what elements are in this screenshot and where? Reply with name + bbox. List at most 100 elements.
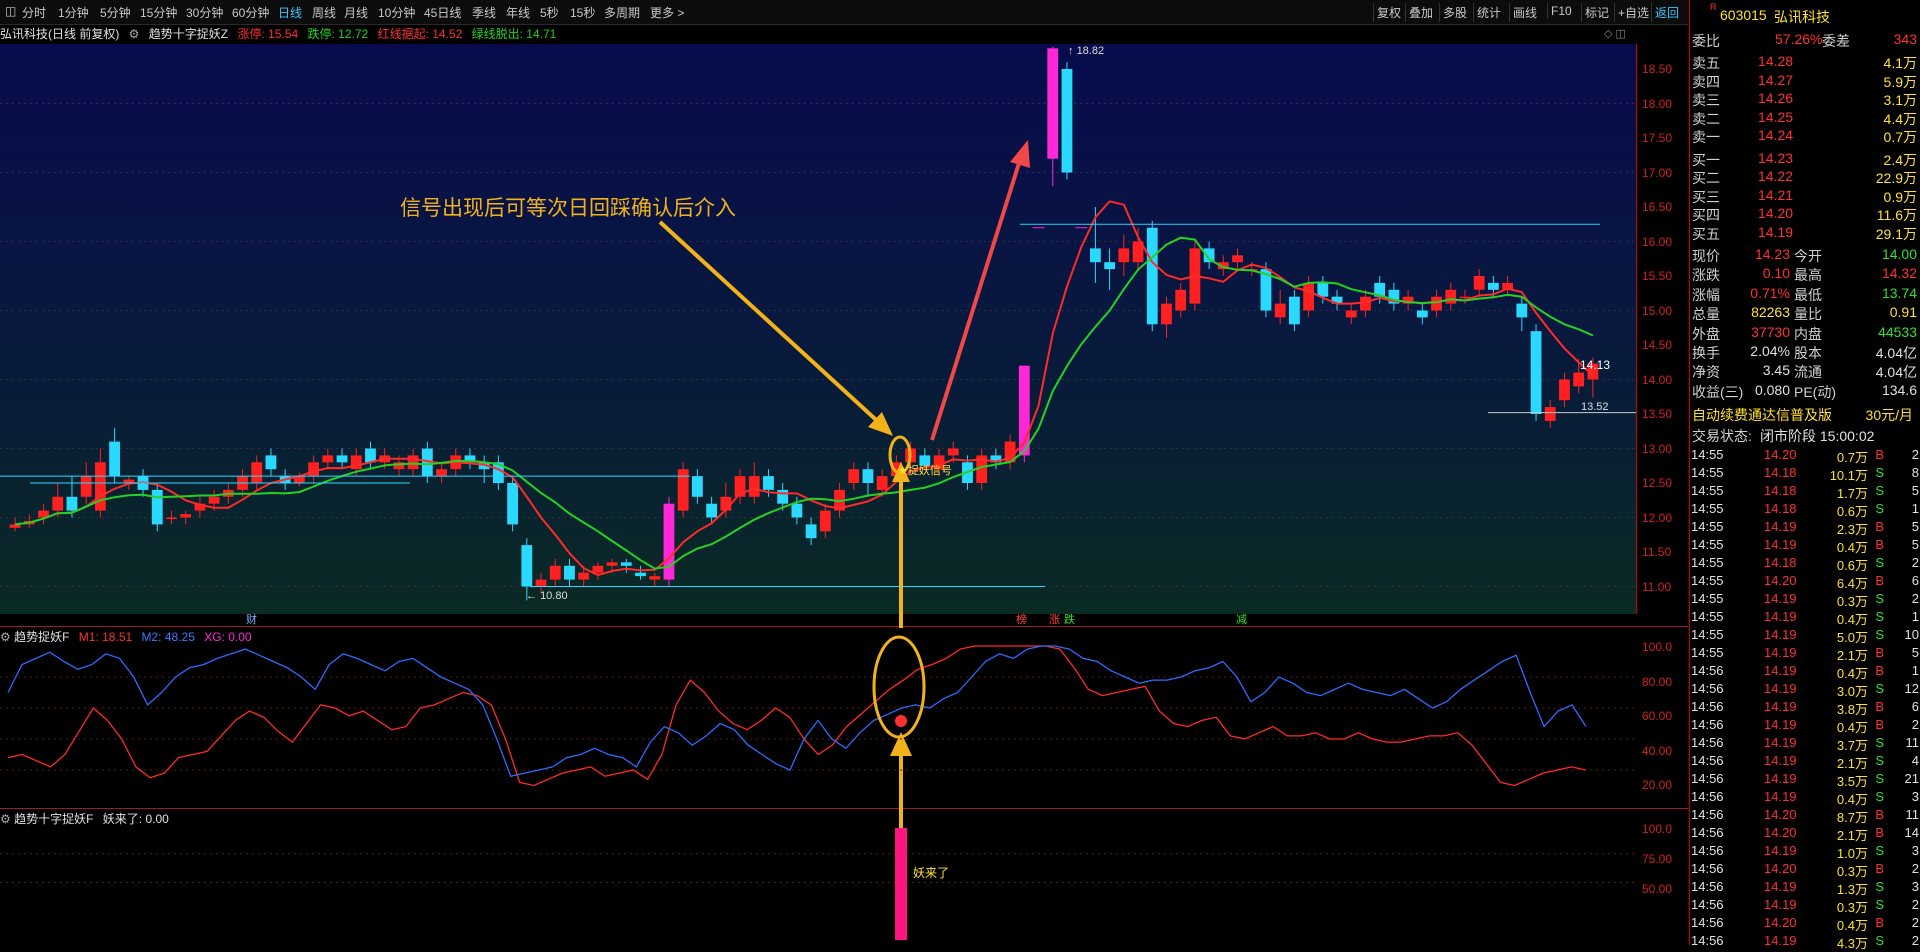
- tick-side: S: [1875, 483, 1884, 499]
- tick-time: 14:56: [1691, 843, 1724, 859]
- tick-price: 14.18: [1764, 555, 1797, 571]
- tick-time: 14:56: [1691, 681, 1724, 697]
- tick-row: 14:56 14.20 2.1万 B 14: [1690, 824, 1920, 843]
- trend-arrow: [930, 159, 1022, 441]
- tick-time: 14:55: [1691, 645, 1724, 661]
- tick-side: S: [1875, 501, 1884, 517]
- low-price-label: ← 10.80: [526, 590, 568, 602]
- tick-time: 14:55: [1691, 519, 1724, 535]
- candle-body: [1146, 227, 1158, 325]
- diff-value: 343: [1893, 31, 1917, 47]
- candle-body: [265, 455, 277, 470]
- level-price-label: 13.52: [1581, 401, 1609, 413]
- candle-body: [606, 562, 618, 566]
- status-label: 交易状态:: [1692, 428, 1752, 445]
- candle-body: [862, 469, 874, 483]
- tick-row: 14:55 14.18 0.6万 S 1: [1690, 500, 1920, 519]
- event-tag[interactable]: 跌: [1064, 611, 1075, 627]
- stat-value: 134.6: [1881, 381, 1917, 398]
- tick-count: 3: [1911, 843, 1919, 859]
- tick-price: 14.19: [1764, 879, 1797, 895]
- bid-price: 14.22: [1758, 168, 1794, 184]
- trend-arrowhead: [1010, 140, 1030, 168]
- tick-time: 14:56: [1691, 663, 1724, 679]
- tick-side: S: [1875, 555, 1884, 571]
- stat-value: 44533: [1878, 323, 1917, 340]
- tick-row: 14:56 14.19 3.0万 S 12: [1690, 680, 1920, 699]
- tick-side: B: [1875, 447, 1884, 463]
- tick-side: B: [1875, 645, 1884, 661]
- candle-body: [777, 489, 789, 504]
- tick-row: 14:56 14.19 3.7万 S 11: [1690, 734, 1920, 753]
- event-tag[interactable]: 榜: [1016, 611, 1027, 627]
- tick-count: 3: [1911, 879, 1919, 895]
- tick-row: 14:56 14.19 0.4万 S 3: [1690, 788, 1920, 807]
- stat-label: 净资: [1692, 364, 1720, 381]
- tick-row: 14:56 14.20 8.7万 B 11: [1690, 806, 1920, 825]
- tick-price: 14.20: [1764, 915, 1797, 931]
- bid-label: 买五: [1692, 225, 1720, 242]
- stat-label: 最高: [1794, 267, 1822, 284]
- status-value: 闭市阶段 15:00:02: [1760, 428, 1875, 445]
- candle-body: [876, 476, 888, 490]
- ad-text: 自动续费通达信普及版: [1692, 407, 1832, 424]
- ask-price: 14.27: [1758, 71, 1794, 88]
- candle-body: [66, 496, 78, 511]
- tick-time: 14:55: [1691, 447, 1724, 463]
- stat-value: 0.91: [1889, 304, 1917, 321]
- candle-body: [1573, 372, 1585, 387]
- candle-body: [1317, 282, 1329, 297]
- tick-price: 14.19: [1764, 663, 1797, 679]
- tick-side: B: [1875, 861, 1884, 877]
- tick-price: 14.18: [1764, 501, 1797, 517]
- stock-code: 603015: [1720, 7, 1767, 23]
- bid-price: 14.23: [1758, 149, 1794, 166]
- tick-price: 14.18: [1764, 465, 1797, 481]
- event-tag[interactable]: 涨: [1049, 611, 1060, 627]
- tick-count: 2: [1911, 591, 1919, 607]
- candle-body: [1089, 248, 1101, 263]
- tick-time: 14:56: [1691, 915, 1724, 931]
- bid-price: 14.19: [1758, 223, 1794, 240]
- candle-body: [635, 572, 646, 577]
- candle-body: [1061, 69, 1073, 173]
- tick-price: 14.20: [1764, 807, 1797, 823]
- tick-time: 14:55: [1691, 537, 1724, 553]
- tick-count: 6: [1911, 573, 1919, 589]
- tick-count: 4: [1911, 753, 1919, 769]
- tick-count: 10: [1904, 627, 1919, 643]
- stat-label: 最低: [1794, 286, 1822, 303]
- candle-body: [592, 565, 604, 573]
- event-tag[interactable]: 减: [1236, 611, 1247, 627]
- candle-body: [1047, 48, 1059, 159]
- tick-price: 14.19: [1764, 897, 1797, 913]
- tick-count: 1: [1911, 609, 1919, 625]
- tick-side: S: [1875, 753, 1884, 769]
- candle-body: [109, 441, 121, 477]
- stat-value: 2.04%: [1750, 343, 1790, 359]
- ad-banner[interactable]: 自动续费通达信普及版 30元/月: [1690, 404, 1920, 423]
- stat-label: 涨跌: [1692, 267, 1720, 284]
- candle-body: [1516, 303, 1528, 318]
- candle-body: [1274, 303, 1286, 318]
- candle-body: [947, 448, 959, 456]
- tick-count: 2: [1911, 447, 1919, 463]
- tick-row: 14:56 14.19 4.3万 S 2: [1690, 932, 1920, 951]
- stock-name: 弘讯科技: [1774, 9, 1830, 25]
- candle-body: [166, 517, 177, 519]
- candle-body: [549, 565, 561, 580]
- candle-body: [1473, 276, 1485, 290]
- indicator1-m1-line: [7, 645, 1586, 787]
- stat-value: 0.71%: [1750, 284, 1790, 301]
- tick-row: 14:56 14.19 0.4万 B 2: [1690, 716, 1920, 735]
- candle-body: [151, 489, 163, 525]
- tick-count: 21: [1904, 771, 1919, 787]
- candle-body: [1416, 310, 1428, 318]
- event-tag[interactable]: 财: [246, 611, 257, 627]
- tick-count: 12: [1904, 681, 1919, 697]
- tick-price: 14.19: [1764, 519, 1797, 535]
- candle-body: [1559, 379, 1570, 401]
- tick-row: 14:55 14.20 6.4万 B 6: [1690, 572, 1920, 591]
- stat-label: 总量: [1692, 306, 1720, 323]
- candle-body: [791, 503, 803, 518]
